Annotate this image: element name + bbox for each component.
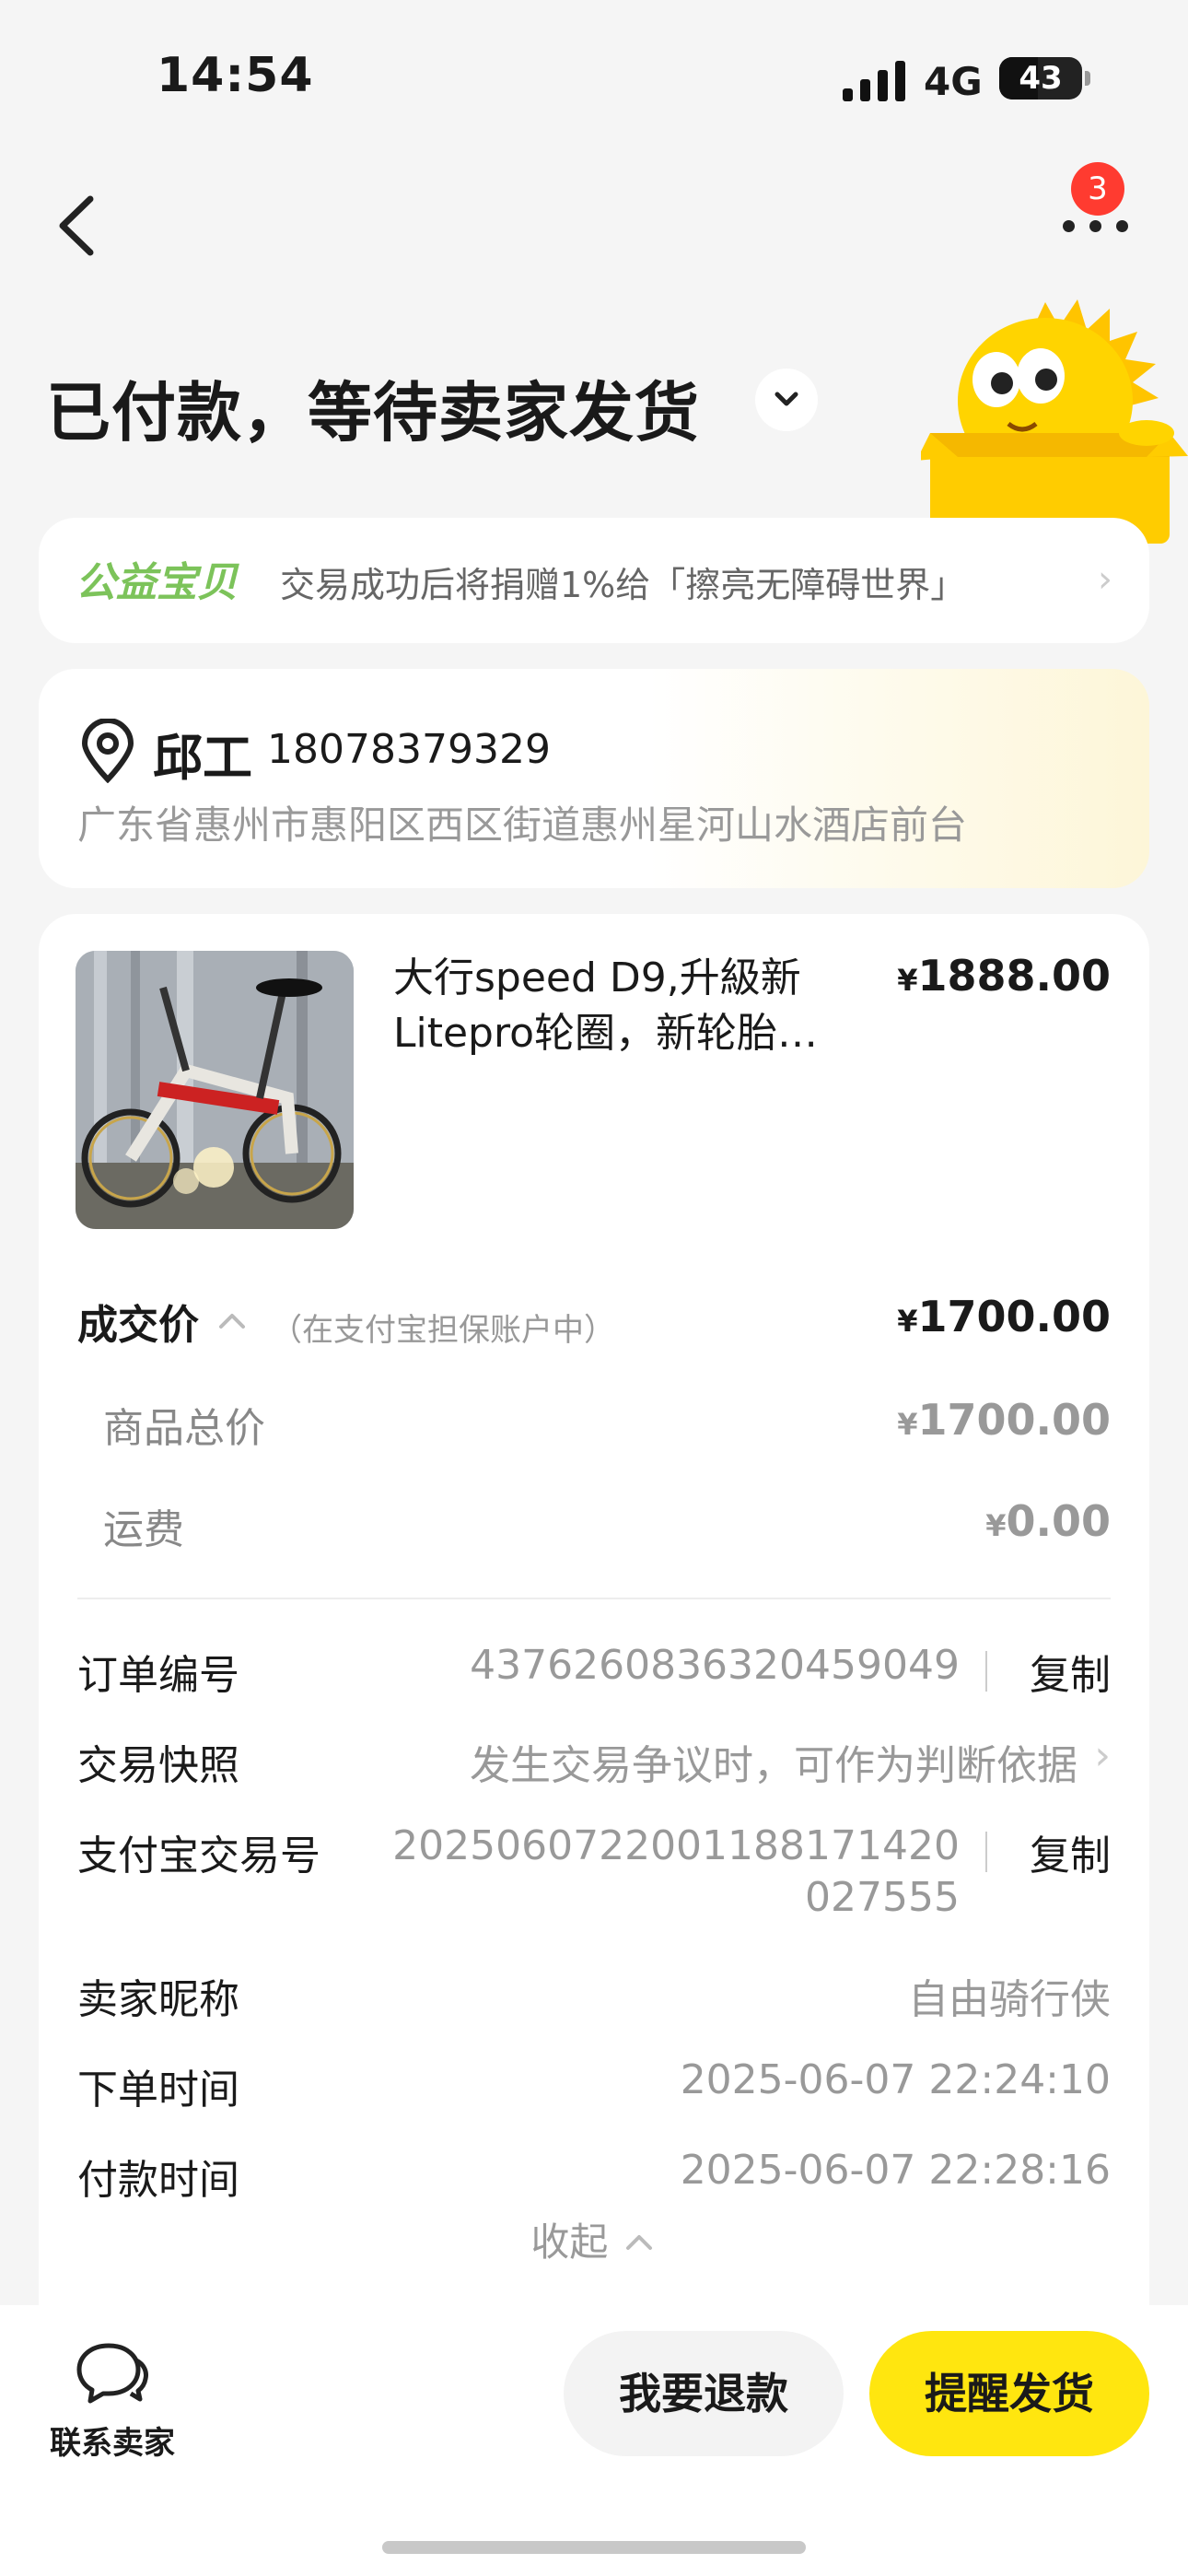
currency-symbol: ¥ — [985, 1508, 1007, 1543]
chevron-down-icon — [775, 392, 798, 406]
recipient-phone: 18078379329 — [267, 726, 551, 773]
collapse-button[interactable]: 收起 — [39, 2211, 1149, 2267]
order-time-row: 下单时间 2025-06-07 22:24:10 — [77, 2056, 1111, 2113]
currency-symbol: ¥ — [897, 963, 918, 998]
battery-icon: 43 — [999, 57, 1090, 100]
network-type: 4G — [924, 59, 983, 104]
back-button[interactable] — [53, 193, 109, 258]
product-price: ¥1888.00 — [897, 951, 1111, 1001]
home-indicator[interactable] — [382, 2541, 806, 2554]
pay-time-label: 付款时间 — [77, 2157, 239, 2204]
shipping-amount: 0.00 — [1006, 1496, 1112, 1546]
charity-text: 交易成功后将捐赠1%给「擦亮无障碍世界」 — [280, 565, 966, 605]
product-price-value: 1888.00 — [917, 951, 1111, 1001]
chevron-right-icon: › — [1098, 558, 1112, 601]
currency-symbol: ¥ — [897, 1407, 918, 1442]
divider — [985, 1651, 987, 1692]
snapshot-value: 发生交易争议时，可作为判断依据 — [470, 1742, 1077, 1789]
order-card: 大行speed D9,升級新Litepro轮圈，新轮胎… ¥1888.00 成交… — [39, 914, 1149, 2351]
shipping-value: ¥0.00 — [985, 1496, 1111, 1546]
divider — [77, 1598, 1111, 1599]
chevron-right-icon: › — [1094, 1732, 1111, 1779]
copy-order-number-button[interactable]: 复制 — [1030, 1642, 1111, 1701]
chevron-up-icon — [219, 1314, 245, 1329]
total-price-label: 商品总价 — [103, 1405, 265, 1452]
pay-time-row: 付款时间 2025-06-07 22:28:16 — [77, 2147, 1111, 2204]
recipient-name: 邱工 — [153, 729, 252, 787]
total-price-amount: 1700.00 — [917, 1395, 1111, 1445]
order-number-value: 4376260836320459049 — [470, 1642, 960, 1689]
total-price-value: ¥1700.00 — [897, 1395, 1111, 1445]
address-line: 广东省惠州市惠阳区西区街道惠州星河山水酒店前台 — [77, 802, 968, 848]
shipping-label: 运费 — [103, 1506, 184, 1553]
location-pin-icon — [81, 719, 134, 783]
order-time-label: 下单时间 — [77, 2067, 239, 2113]
signal-icon — [843, 61, 905, 101]
copy-alipay-number-button[interactable]: 复制 — [1030, 1822, 1111, 1881]
deal-price-hint: （在支付宝担保账户中） — [271, 1312, 615, 1349]
shipping-row: 运费 ¥0.00 — [77, 1496, 1111, 1553]
pay-time-value: 2025-06-07 22:28:16 — [680, 2147, 1111, 2194]
chat-icon[interactable] — [76, 2340, 149, 2405]
status-time: 14:54 — [157, 48, 314, 103]
snapshot-label: 交易快照 — [77, 1742, 239, 1789]
total-price-row: 商品总价 ¥1700.00 — [77, 1395, 1111, 1452]
alipay-number-row: 支付宝交易号 2025060722001188171420 027555 复制 — [77, 1822, 1111, 1933]
seller-row: 卖家昵称 自由骑行侠 — [77, 1966, 1111, 2023]
status-expand-button[interactable] — [755, 369, 818, 431]
deal-price-value: ¥1700.00 — [897, 1292, 1111, 1341]
order-time-value: 2025-06-07 22:24:10 — [680, 2056, 1111, 2103]
refund-button[interactable]: 我要退款 — [564, 2331, 844, 2456]
collapse-label: 收起 — [530, 2219, 609, 2265]
address-card[interactable]: 邱工 18078379329 广东省惠州市惠阳区西区街道惠州星河山水酒店前台 — [39, 669, 1149, 888]
deal-price-amount: 1700.00 — [917, 1292, 1111, 1341]
product-title[interactable]: 大行speed D9,升級新Litepro轮圈，新轮胎… — [393, 951, 881, 1061]
order-number-label: 订单编号 — [77, 1652, 239, 1699]
chevron-up-icon — [625, 2235, 652, 2250]
seller-label: 卖家昵称 — [77, 1976, 239, 2023]
chevron-left-icon — [59, 195, 94, 256]
order-number-row: 订单编号 4376260836320459049 复制 — [77, 1642, 1111, 1699]
bicycle-icon — [76, 951, 354, 1229]
deal-price-row[interactable]: 成交价 （在支付宝担保账户中） ¥1700.00 — [77, 1292, 1111, 1349]
divider — [985, 1832, 987, 1872]
charity-tag: 公益宝贝 — [76, 559, 238, 606]
product-image[interactable] — [76, 951, 354, 1229]
mascot-illustration — [921, 299, 1188, 544]
page-title: 已付款，等待卖家发货 — [46, 375, 700, 451]
notification-badge: 3 — [1071, 162, 1124, 216]
alipay-number-line2: 027555 — [805, 1874, 960, 1921]
remind-shipping-button[interactable]: 提醒发货 — [869, 2331, 1149, 2456]
charity-banner[interactable]: 公益宝贝 交易成功后将捐赠1%给「擦亮无障碍世界」 › — [39, 518, 1149, 643]
battery-level: 43 — [1019, 60, 1063, 97]
contact-seller-button[interactable]: 联系卖家 — [50, 2418, 175, 2463]
deal-price-label: 成交价 — [77, 1302, 199, 1349]
alipay-number-label: 支付宝交易号 — [77, 1832, 320, 1879]
snapshot-row[interactable]: 交易快照 发生交易争议时，可作为判断依据 › — [77, 1732, 1111, 1789]
seller-value: 自由骑行侠 — [908, 1976, 1111, 2023]
alipay-number-line1: 2025060722001188171420 — [392, 1822, 960, 1869]
currency-symbol: ¥ — [897, 1304, 918, 1339]
